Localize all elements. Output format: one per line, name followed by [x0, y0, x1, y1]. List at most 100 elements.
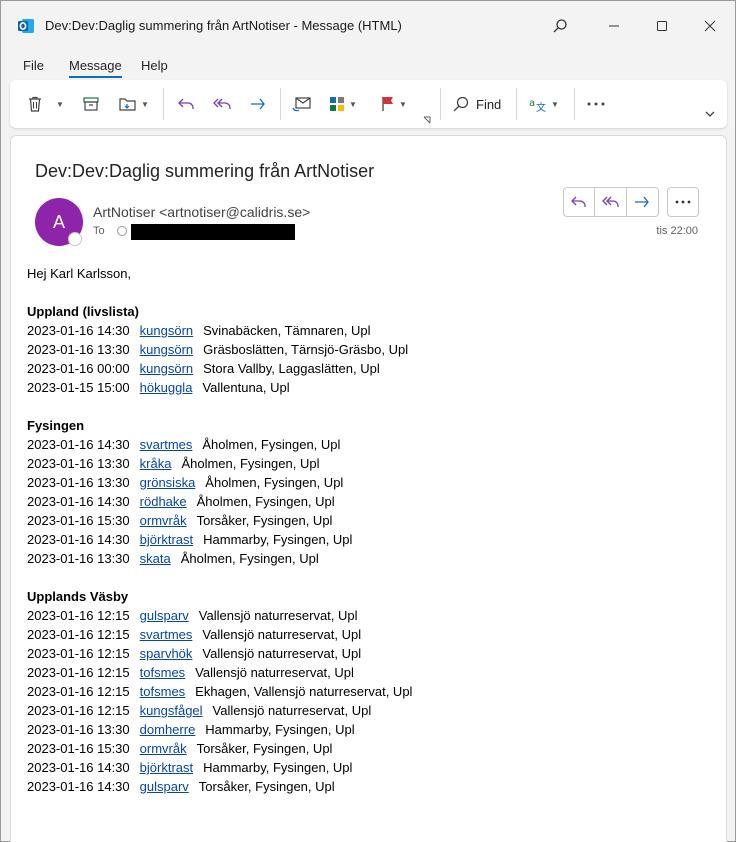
search-button[interactable] — [545, 11, 575, 41]
search-icon — [453, 96, 469, 112]
species-link[interactable]: kråka — [140, 456, 172, 471]
sighting-row: 2023-01-16 14:30 gulsparv Torsåker, Fysing… — [27, 777, 717, 796]
sighting-date: 2023-01-16 12:15 — [27, 627, 130, 642]
greeting: Hej Karl Karlsson, — [27, 266, 132, 281]
menu-help[interactable]: Help — [141, 58, 168, 73]
section-heading: Fysingen — [27, 418, 85, 433]
sighting-date: 2023-01-16 15:30 — [27, 741, 130, 756]
sighting-row: 2023-01-16 14:30 björktrast Hammarby, Fysi… — [27, 530, 717, 549]
sighting-place: Åholmen, Fysingen, Upl — [205, 475, 344, 490]
species-link[interactable]: ormvråk — [140, 741, 187, 756]
sighting-row: 2023-01-16 15:30 ormvråk Torsåker, Fysinge… — [27, 739, 717, 758]
species-link[interactable]: kungsörn — [140, 323, 193, 338]
species-link[interactable]: kungsfågel — [140, 703, 203, 718]
minimize-button[interactable] — [599, 11, 629, 41]
species-link[interactable]: kungsörn — [140, 361, 193, 376]
sender-name[interactable]: ArtNotiser <artnotiser@calidris.se> — [93, 204, 310, 220]
sighting-place: Vallensjö naturreservat, Upl — [198, 608, 358, 623]
species-link[interactable]: sparvhök — [140, 646, 193, 661]
delete-button[interactable]: ▼ — [26, 92, 64, 116]
sighting-row: 2023-01-16 00:00 kungsörn Stora Vallby, La… — [27, 359, 717, 378]
reply-actions — [563, 187, 659, 217]
sighting-place: Ekhagen, Vallensjö naturreservat, Upl — [195, 684, 413, 699]
forward-button[interactable] — [248, 92, 268, 116]
species-link[interactable]: svartmes — [140, 627, 193, 642]
species-link[interactable]: tofsmes — [140, 665, 186, 680]
ribbon-collapse-button[interactable] — [704, 102, 716, 126]
translate-icon: a文 — [529, 98, 546, 113]
section-heading: Uppland (livslista) — [27, 304, 139, 319]
species-link[interactable]: grönsiska — [140, 475, 196, 490]
sighting-date: 2023-01-16 14:30 — [27, 532, 130, 547]
categorize-button[interactable]: ▼ — [328, 92, 357, 116]
species-link[interactable]: björktrast — [140, 532, 193, 547]
archive-button[interactable] — [82, 92, 100, 116]
species-link[interactable]: skata — [140, 551, 171, 566]
species-link[interactable]: domherre — [140, 722, 196, 737]
sighting-row: 2023-01-16 12:15 gulsparv Vallensjö naturr… — [27, 606, 717, 625]
sighting-date: 2023-01-16 14:30 — [27, 779, 130, 794]
chevron-down-icon: ▼ — [399, 99, 407, 109]
species-link[interactable]: gulsparv — [140, 779, 189, 794]
search-icon — [553, 19, 567, 33]
chevron-down-icon: ▼ — [551, 99, 559, 109]
species-link[interactable]: rödhake — [140, 494, 187, 509]
menu-file[interactable]: File — [23, 58, 44, 73]
species-link[interactable]: kungsörn — [140, 342, 193, 357]
flag-button[interactable]: ▼ — [380, 92, 407, 116]
move-to-folder-icon — [119, 98, 136, 111]
sighting-date: 2023-01-16 13:30 — [27, 475, 130, 490]
maximize-button[interactable] — [647, 11, 677, 41]
sighting-place: Torsåker, Fysingen, Upl — [196, 741, 333, 756]
sighting-row: 2023-01-16 12:15 sparvhök Vallensjö naturr… — [27, 644, 717, 663]
ribbon-separator — [280, 88, 281, 120]
sighting-row: 2023-01-16 12:15 tofsmes Vallensjö naturre… — [27, 663, 717, 682]
sighting-date: 2023-01-16 00:00 — [27, 361, 130, 376]
expand-icon — [423, 116, 431, 124]
reply-all-button[interactable] — [212, 92, 234, 116]
species-link[interactable]: gulsparv — [140, 608, 189, 623]
sighting-place: Vallensjö naturreservat, Upl — [202, 627, 362, 642]
to-label: To — [93, 225, 105, 237]
more-commands-button[interactable] — [586, 92, 606, 116]
menu-message[interactable]: Message — [69, 58, 122, 78]
message-pane: Dev:Dev:Daglig summering från ArtNotiser… — [10, 135, 727, 842]
species-link[interactable]: björktrast — [140, 760, 193, 775]
sighting-date: 2023-01-16 12:15 — [27, 684, 130, 699]
sighting-row: 2023-01-16 12:15 kungsfågel Vallensjö natu… — [27, 701, 717, 720]
sighting-row: 2023-01-16 12:15 svartmes Vallensjö naturr… — [27, 625, 717, 644]
sighting-row: 2023-01-15 15:00 hökuggla Vallentuna, Upl — [27, 378, 717, 397]
sighting-row: 2023-01-16 13:30 kungsörn Gräsboslätten, T… — [27, 340, 717, 359]
share-to-teams-button[interactable] — [292, 92, 312, 116]
reply-button[interactable] — [176, 92, 196, 116]
sighting-place: Åholmen, Fysingen, Upl — [196, 494, 335, 509]
species-link[interactable]: svartmes — [140, 437, 193, 452]
chevron-down-icon: ▼ — [141, 99, 149, 109]
sighting-row: 2023-01-16 14:30 björktrast Hammarby, Fysi… — [27, 758, 717, 777]
translate-button[interactable]: a文 ▼ — [528, 92, 559, 116]
header-reply-all-button[interactable] — [595, 188, 627, 216]
close-window-button[interactable] — [695, 11, 725, 41]
sighting-place: Åholmen, Fysingen, Upl — [180, 551, 319, 566]
chevron-down-icon — [705, 111, 715, 117]
message-timestamp: tis 22:00 — [656, 225, 698, 237]
sighting-place: Hammarby, Fysingen, Upl — [203, 760, 353, 775]
header-more-button[interactable] — [667, 187, 699, 217]
chevron-down-icon: ▼ — [349, 99, 357, 109]
species-link[interactable]: tofsmes — [140, 684, 186, 699]
presence-indicator — [68, 232, 82, 246]
expand-group-button[interactable] — [422, 108, 432, 132]
find-button[interactable]: Find — [452, 92, 501, 116]
species-link[interactable]: hökuggla — [140, 380, 193, 395]
forward-icon — [251, 98, 265, 110]
move-button[interactable]: ▼ — [118, 92, 149, 116]
reply-all-icon — [601, 196, 619, 207]
sighting-row: 2023-01-16 15:30 ormvråk Torsåker, Fysinge… — [27, 511, 717, 530]
sighting-row: 2023-01-16 14:30 svartmes Åholmen, Fysinge… — [27, 435, 717, 454]
sighting-date: 2023-01-16 13:30 — [27, 551, 130, 566]
species-link[interactable]: ormvråk — [140, 513, 187, 528]
header-forward-button[interactable] — [627, 188, 658, 216]
header-reply-button[interactable] — [564, 188, 596, 216]
